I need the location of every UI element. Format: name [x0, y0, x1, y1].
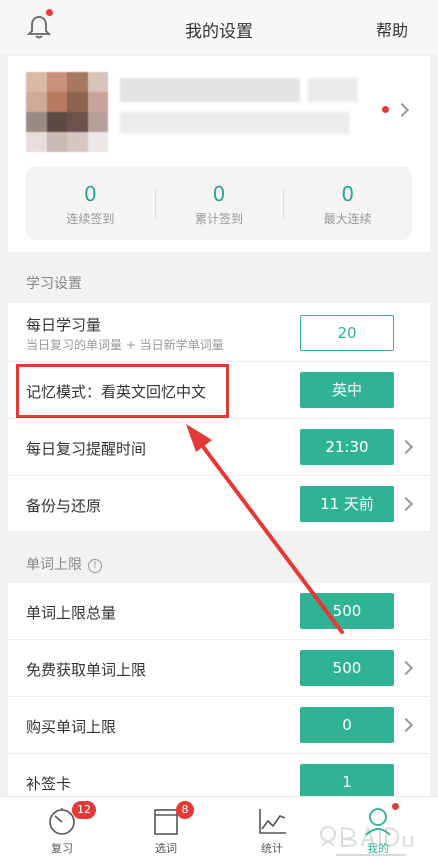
review-badge: 12	[72, 801, 96, 819]
annotation-arrow	[186, 424, 344, 634]
tab-label: 复习	[51, 842, 73, 855]
tab-label: 选词	[155, 842, 177, 855]
mine-notification-dot	[392, 803, 399, 810]
tab-label: 统计	[261, 842, 283, 855]
select-words-badge: 8	[176, 801, 194, 819]
baidu-jingyan-watermark-logo	[320, 824, 413, 856]
chart-icon	[259, 809, 286, 834]
